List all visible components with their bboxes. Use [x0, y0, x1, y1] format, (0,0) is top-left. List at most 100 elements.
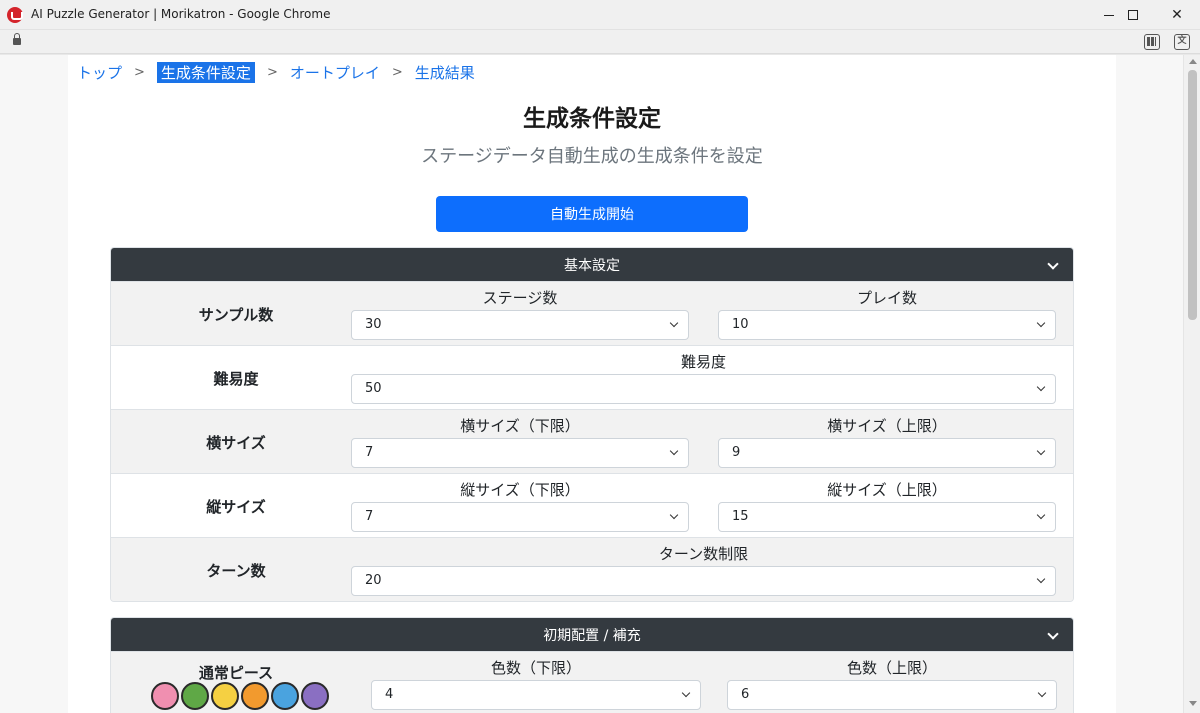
vertical-scrollbar[interactable] — [1183, 55, 1200, 713]
setting-row-height: 縦サイズ 縦サイズ（下限） 7 縦サイズ（上限） 15 — [111, 473, 1073, 537]
difficulty-select[interactable]: 50 — [351, 374, 1056, 404]
row-label: サンプル数 — [198, 305, 274, 324]
basic-settings-header[interactable]: 基本設定 — [111, 248, 1073, 281]
turn-limit-select[interactable]: 20 — [351, 566, 1056, 596]
row-label: 難易度 — [213, 369, 259, 388]
height-min-field: 縦サイズ（下限） 7 — [351, 480, 689, 532]
row-label: 横サイズ — [206, 433, 266, 452]
turn-limit-field: ターン数制限 20 — [351, 544, 1056, 596]
chevron-down-icon[interactable] — [1047, 628, 1059, 640]
breadcrumb-separator: > — [134, 64, 145, 80]
breadcrumb-separator: > — [266, 64, 278, 80]
setting-row-difficulty: 難易度 難易度 50 — [111, 345, 1073, 409]
maximize-icon — [1128, 10, 1138, 20]
row-label: ターン数 — [206, 561, 266, 580]
chevron-down-icon — [1037, 688, 1047, 698]
color-min-field: 色数（下限） 4 — [371, 658, 701, 710]
panel-header-title: 初期配置 / 補充 — [543, 627, 641, 644]
height-min-select[interactable]: 7 — [351, 502, 689, 532]
chevron-down-icon — [669, 446, 679, 456]
field-label: 縦サイズ（下限） — [460, 481, 580, 499]
select-value: 7 — [365, 509, 374, 524]
chevron-down-icon — [1036, 446, 1046, 456]
field-label: 横サイズ（下限） — [460, 417, 580, 435]
select-value: 4 — [385, 687, 394, 702]
piece-icons — [151, 682, 329, 710]
select-value: 20 — [365, 573, 382, 588]
row-label: 縦サイズ — [206, 497, 266, 516]
setting-row-turns: ターン数 ターン数制限 20 — [111, 537, 1073, 601]
chevron-down-icon — [1036, 510, 1046, 520]
select-value: 50 — [365, 381, 382, 396]
setting-row-sample-count: サンプル数 ステージ数 30 プレイ数 10 — [111, 281, 1073, 345]
pink-heart-piece-icon — [151, 682, 179, 710]
field-label: ステージ数 — [482, 289, 558, 307]
purple-crown-piece-icon — [301, 682, 329, 710]
scroll-thumb[interactable] — [1188, 70, 1197, 320]
translate-icon[interactable]: 文 — [1174, 34, 1190, 50]
blue-water-piece-icon — [271, 682, 299, 710]
page-title: 生成条件設定 — [523, 106, 661, 132]
field-label: 横サイズ（上限） — [827, 417, 947, 435]
breadcrumb-results[interactable]: 生成結果 — [415, 62, 475, 83]
stage-count-field: ステージ数 30 — [351, 288, 689, 340]
close-icon: ✕ — [1171, 7, 1183, 23]
main-container: トップ > 生成条件設定 > オートプレイ > 生成結果 生成条件設定 ステージ… — [68, 55, 1116, 713]
breadcrumb-generation-settings[interactable]: 生成条件設定 — [156, 61, 255, 83]
difficulty-field: 難易度 50 — [351, 352, 1056, 404]
width-max-select[interactable]: 9 — [718, 438, 1056, 468]
height-max-select[interactable]: 15 — [718, 502, 1056, 532]
page-viewport: トップ > 生成条件設定 > オートプレイ > 生成結果 生成条件設定 ステージ… — [0, 55, 1183, 713]
chevron-down-icon — [669, 510, 679, 520]
basic-settings-panel: 基本設定 サンプル数 ステージ数 30 プレイ数 10 難易度 難易度 50 横… — [110, 247, 1074, 602]
color-max-select[interactable]: 6 — [727, 680, 1057, 710]
page-subtitle: ステージデータ自動生成の生成条件を設定 — [421, 146, 763, 167]
breadcrumb-separator: > — [391, 64, 403, 80]
app-grid-icon[interactable] — [1144, 34, 1160, 50]
select-value: 9 — [732, 445, 741, 460]
initial-placement-panel: 初期配置 / 補充 通常ピース 色数（下限） 4 色数（上限） 6 — [110, 617, 1074, 713]
morikatron-app-icon — [7, 7, 23, 23]
lock-icon[interactable] — [13, 33, 21, 45]
select-value: 10 — [732, 317, 749, 332]
chevron-down-icon — [681, 688, 691, 698]
width-min-field: 横サイズ（下限） 7 — [351, 416, 689, 468]
field-label: 色数（上限） — [846, 659, 937, 677]
field-label: 色数（下限） — [490, 659, 581, 677]
chevron-down-icon — [1036, 382, 1046, 392]
yellow-face-piece-icon — [211, 682, 239, 710]
chevron-down-icon — [669, 318, 679, 328]
select-value: 30 — [365, 317, 382, 332]
play-count-field: プレイ数 10 — [718, 288, 1056, 340]
field-label: 縦サイズ（上限） — [827, 481, 947, 499]
scroll-down-icon[interactable] — [1189, 701, 1197, 706]
select-value: 15 — [732, 509, 749, 524]
width-min-select[interactable]: 7 — [351, 438, 689, 468]
color-max-field: 色数（上限） 6 — [727, 658, 1057, 710]
chevron-down-icon — [1036, 574, 1046, 584]
scroll-up-icon[interactable] — [1189, 59, 1197, 64]
initial-placement-header[interactable]: 初期配置 / 補充 — [111, 618, 1073, 651]
chevron-down-icon[interactable] — [1047, 258, 1059, 270]
chevron-down-icon — [1036, 318, 1046, 328]
select-value: 7 — [365, 445, 374, 460]
select-value: 6 — [741, 687, 750, 702]
breadcrumb: トップ > 生成条件設定 > オートプレイ > 生成結果 — [77, 61, 475, 83]
setting-row-width: 横サイズ 横サイズ（下限） 7 横サイズ（上限） 9 — [111, 409, 1073, 473]
breadcrumb-top[interactable]: トップ — [77, 62, 122, 83]
window-titlebar: AI Puzzle Generator | Morikatron - Googl… — [0, 0, 1200, 30]
field-label: 難易度 — [680, 353, 726, 371]
orange-flame-piece-icon — [241, 682, 269, 710]
setting-row-normal-pieces: 通常ピース 色数（下限） 4 色数（上限） 6 — [111, 651, 1073, 713]
height-max-field: 縦サイズ（上限） 15 — [718, 480, 1056, 532]
address-bar: 文 — [0, 30, 1200, 54]
panel-header-title: 基本設定 — [564, 257, 620, 274]
maximize-button[interactable] — [1110, 0, 1156, 30]
start-generation-button[interactable]: 自動生成開始 — [436, 196, 748, 232]
play-count-select[interactable]: 10 — [718, 310, 1056, 340]
color-min-select[interactable]: 4 — [371, 680, 701, 710]
close-button[interactable]: ✕ — [1154, 0, 1200, 30]
field-label: プレイ数 — [856, 289, 917, 307]
breadcrumb-autoplay[interactable]: オートプレイ — [290, 62, 380, 83]
stage-count-select[interactable]: 30 — [351, 310, 689, 340]
